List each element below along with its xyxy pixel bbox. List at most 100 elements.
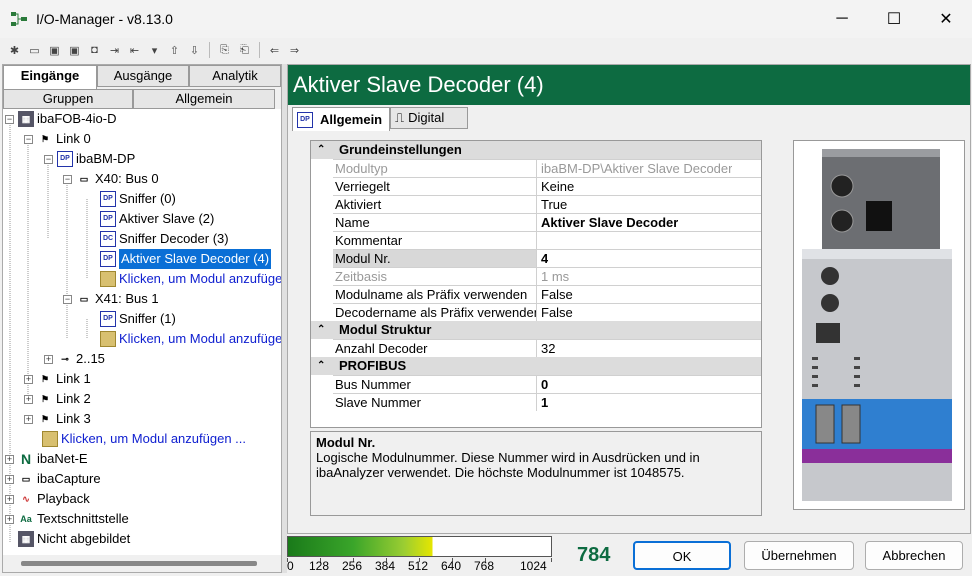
dp-module-icon: DP <box>297 111 313 128</box>
category-grundeinstellungen[interactable]: ⌃ Grundeinstellungen <box>311 141 761 159</box>
tree-item[interactable]: + ⚑ Link 3 <box>24 409 91 429</box>
prop-row[interactable]: Decodername als Präfix verwenden False <box>333 303 761 321</box>
tab-eingaenge[interactable]: Eingänge <box>3 65 97 89</box>
prop-row[interactable]: Zeitbasis 1 ms <box>333 267 761 285</box>
tree-item[interactable]: − DP ibaBM-DP <box>44 149 135 169</box>
gauge-tick: 640 <box>441 559 462 573</box>
module-tree: − ▦ ibaFOB-4io-D − ⚑ Link 0 − DP ibaBM-DP − ▭ X4… <box>3 109 281 554</box>
prop-row[interactable]: Bus Nummer 0 <box>333 375 761 393</box>
upload-icon[interactable]: ⇧ <box>166 42 183 59</box>
scrollbar-thumb[interactable] <box>21 561 257 566</box>
key-icon: ⊸ <box>61 354 69 364</box>
tree-item[interactable]: − ▭ X41: Bus 1 <box>63 289 159 309</box>
tab-allgemein-left[interactable]: Allgemein <box>133 89 275 109</box>
dp-device-icon: DP <box>57 151 73 167</box>
playback-icon: ∿ <box>22 494 30 504</box>
tree-item[interactable]: − ⚑ Link 0 <box>24 129 91 149</box>
prop-row[interactable]: Anzahl Decoder 32 <box>333 339 761 357</box>
tree-item[interactable]: + ⚑ Link 2 <box>24 389 91 409</box>
tree-scrollbar[interactable] <box>3 555 281 572</box>
dp-module-icon: DP <box>100 191 116 207</box>
gauge-tick: 256 <box>342 559 363 573</box>
tree-item[interactable]: + NibaNet-E <box>5 449 88 469</box>
download-icon[interactable]: ⇩ <box>186 42 203 59</box>
prop-row[interactable]: Slave Nummer 1 <box>333 393 761 411</box>
tree-item-add-module[interactable]: Klicken, um Modul anzufügen ... <box>100 329 281 349</box>
category-profibus[interactable]: ⌃ PROFIBUS <box>311 357 761 375</box>
tree-item[interactable]: − ▭ X40: Bus 0 <box>63 169 159 189</box>
export-icon[interactable]: ⇤ <box>126 42 143 59</box>
import-icon[interactable]: ⇥ <box>106 42 123 59</box>
tab-analytik[interactable]: Analytik <box>189 65 281 87</box>
gauge-tick: 128 <box>309 559 330 573</box>
tree-item[interactable]: DP Sniffer (1) <box>100 309 176 329</box>
tree-item[interactable]: + ▭ ibaCapture <box>5 469 101 489</box>
prop-row-selected[interactable]: Modul Nr. 4 <box>333 249 761 267</box>
tree-item[interactable]: + ∿ Playback <box>5 489 90 509</box>
apply-button[interactable]: Übernehmen <box>744 541 854 570</box>
tree-item-selected[interactable]: DP Aktiver Slave Decoder (4) <box>100 249 272 269</box>
cancel-button[interactable]: Abbrechen <box>865 541 963 570</box>
tree-item-add-module[interactable]: Klicken, um Modul anzufügen ... <box>100 269 281 289</box>
dp-module-icon: DC <box>100 231 116 247</box>
prop-row[interactable]: Modulname als Präfix verwenden False <box>333 285 761 303</box>
tree-item[interactable]: + ⊸ 2..15 <box>44 349 105 369</box>
gauge-tick: 1024 <box>520 559 547 573</box>
save-icon[interactable]: ▣ <box>46 42 63 59</box>
prop-row[interactable]: Name Aktiver Slave Decoder <box>333 213 761 231</box>
dp-module-icon: DP <box>100 311 116 327</box>
tab-gruppen[interactable]: Gruppen <box>3 89 133 109</box>
minimize-button[interactable]: ─ <box>816 0 868 38</box>
tree-item[interactable]: DP Sniffer (0) <box>100 189 176 209</box>
ok-button[interactable]: OK <box>633 541 731 570</box>
description-text: Logische Modulnummer. Diese Nummer wird … <box>316 450 700 480</box>
title-bar: I/O-Manager - v8.13.0 ─ ☐ ✕ <box>0 0 972 38</box>
text-interface-icon: Aa <box>20 514 32 524</box>
bus-connector-icon: ▭ <box>79 294 89 304</box>
tree-item[interactable]: DC Sniffer Decoder (3) <box>100 229 229 249</box>
copy-icon[interactable]: ⎘ <box>216 42 233 59</box>
save-as-icon[interactable]: ▣ <box>66 42 83 59</box>
gauge-tick: 384 <box>375 559 396 573</box>
bus-connector-icon: ▭ <box>79 174 89 184</box>
disk-icon[interactable]: ◘ <box>86 42 103 59</box>
tree-item[interactable]: DP Aktiver Slave (2) <box>100 209 214 229</box>
tree-item[interactable]: + ⚑ Link 1 <box>24 369 91 389</box>
link-icon: ⚑ <box>40 134 50 144</box>
close-button[interactable]: ✕ <box>920 0 972 38</box>
prop-row[interactable]: Kommentar <box>333 231 761 249</box>
property-description: Modul Nr. Logische Modulnummer. Diese Nu… <box>310 431 762 516</box>
maximize-button[interactable]: ☐ <box>868 0 920 38</box>
prop-row[interactable]: Modultyp ibaBM-DP\Aktiver Slave Decoder <box>333 159 761 177</box>
tab-ausgaenge[interactable]: Ausgänge <box>97 65 189 87</box>
description-title: Modul Nr. <box>316 435 376 450</box>
tree-item[interactable]: ▦ Nicht abgebildet <box>18 529 130 549</box>
link-icon: ⚑ <box>40 374 50 384</box>
tab-digital[interactable]: ⎍ Digital <box>390 107 468 129</box>
add-module-icon <box>100 331 116 347</box>
paste-icon[interactable]: ⎗ <box>236 42 253 59</box>
tab-allgemein[interactable]: DP Allgemein <box>292 107 390 131</box>
device-image <box>793 140 965 510</box>
prop-row[interactable]: Verriegelt Keine <box>333 177 761 195</box>
property-grid: ⌃ Grundeinstellungen Modultyp ibaBM-DP\Akt… <box>310 140 762 428</box>
bottom-bar: 0 128 256 384 512 640 768 1024 784 OK Üb… <box>287 534 971 574</box>
gauge-value: 784 <box>577 544 611 566</box>
add-module-icon <box>42 431 58 447</box>
prop-row[interactable]: Aktiviert True <box>333 195 761 213</box>
category-modul-struktur[interactable]: ⌃ Modul Struktur <box>311 321 761 339</box>
tree-item[interactable]: − ▦ ibaFOB-4io-D <box>5 109 116 129</box>
open-folder-icon[interactable]: ▭ <box>26 42 43 59</box>
ibanet-icon: N <box>20 451 32 467</box>
dropdown-icon[interactable]: ▾ <box>146 42 163 59</box>
page-title: Aktiver Slave Decoder (4) <box>288 65 970 105</box>
tree-item-add-module[interactable]: Klicken, um Modul anzufügen ... <box>42 429 246 449</box>
back-icon[interactable]: ⇐ <box>266 42 283 59</box>
forward-icon[interactable]: ⇒ <box>286 42 303 59</box>
window-title: I/O-Manager - v8.13.0 <box>36 11 173 27</box>
new-icon[interactable]: ✱ <box>6 42 23 59</box>
dp-module-icon: DP <box>100 251 116 267</box>
tree-item[interactable]: + Aa Textschnittstelle <box>5 509 129 529</box>
camera-icon: ▭ <box>21 474 31 484</box>
card-icon: ▦ <box>18 111 34 127</box>
